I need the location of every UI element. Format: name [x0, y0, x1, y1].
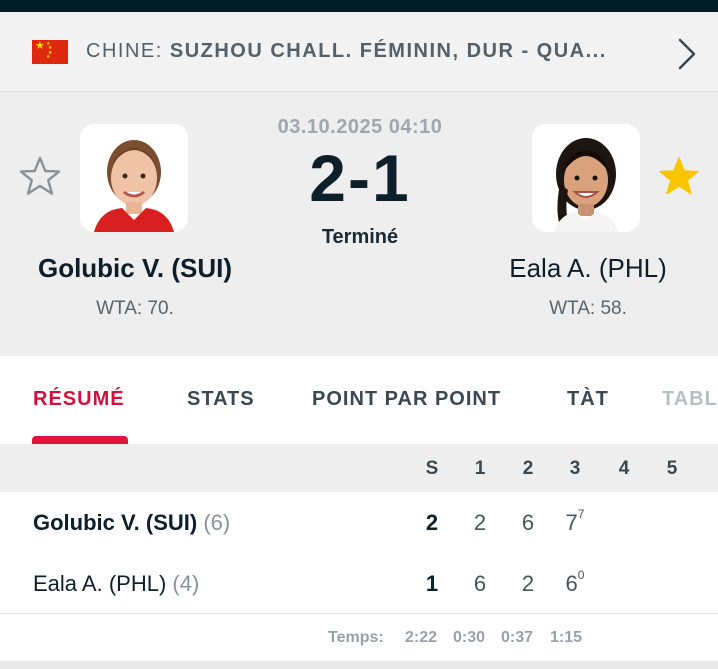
tab-tableau[interactable]: TABL	[662, 388, 718, 411]
tab-stats[interactable]: STATS	[187, 388, 255, 411]
sets-header-5: 5	[666, 458, 678, 479]
row-set-2: 6	[521, 510, 535, 535]
china-flag-icon: ★ ★ ★ ★ ★	[32, 40, 68, 64]
tab-bar: RÉSUMÉ STATS POINT PAR POINT TÀT TABL	[0, 356, 718, 444]
row-set-3-tiebreak: 0	[577, 567, 585, 582]
player-name-away[interactable]: Eala A. (PHL)	[438, 253, 718, 284]
player-avatar-home[interactable]	[80, 124, 188, 232]
tournament-title: CHINE: SUZHOU CHALL. FÉMININ, DUR - QUA.…	[86, 40, 607, 63]
row-set-3: 77	[560, 506, 590, 536]
match-duration-footer: Temps: 2:22 0:30 0:37 1:15	[0, 613, 718, 661]
table-row[interactable]: Golubic V. (SUI) (6) 2 2 6 77	[0, 492, 718, 552]
row-set-3: 60	[560, 567, 590, 597]
player-name-home[interactable]: Golubic V. (SUI)	[0, 253, 285, 284]
match-status: Terminé	[321, 226, 399, 248]
row-player-label: Golubic V. (SUI)	[33, 510, 198, 535]
sets-header-3: 3	[569, 458, 581, 479]
row-total-sets: 1	[425, 571, 439, 596]
row-player-seed: (4)	[172, 571, 200, 596]
player-rank-home: WTA: 70.	[96, 298, 174, 319]
tab-tat[interactable]: TÀT	[567, 388, 609, 411]
row-player-seed: (6)	[203, 510, 231, 535]
tournament-header[interactable]: ★ ★ ★ ★ ★ CHINE: SUZHOU CHALL. FÉMININ, …	[0, 12, 718, 92]
row-set-3-tiebreak: 7	[577, 506, 585, 521]
row-set-3-games: 7	[565, 510, 578, 535]
player-rank-away: WTA: 58.	[549, 298, 627, 319]
tournament-name: SUZHOU CHALL. FÉMININ, DUR - QUA...	[169, 40, 607, 62]
row-player-label: Eala A. (PHL)	[33, 571, 167, 596]
sets-header-2: 2	[522, 458, 534, 479]
bottom-divider	[0, 661, 718, 669]
time-total: 2:22	[405, 629, 438, 646]
row-total-sets: 2	[425, 510, 439, 535]
favorite-star-outline-icon[interactable]	[18, 155, 62, 197]
match-score: 2-1	[309, 141, 411, 215]
sets-table: Golubic V. (SUI) (6) 2 2 6 77 Eala A. (P…	[0, 492, 718, 613]
time-label: Temps:	[328, 629, 384, 646]
status-bar	[0, 0, 718, 12]
active-tab-indicator	[32, 436, 128, 444]
row-player-name: Golubic V. (SUI) (6)	[33, 510, 230, 536]
match-datetime: 03.10.2025 04:10	[277, 116, 443, 138]
sets-header-1: 1	[474, 458, 486, 479]
sets-header: S 1 2 3 4 5	[0, 444, 718, 492]
player-avatar-away[interactable]	[532, 124, 640, 232]
row-set-1: 6	[473, 571, 487, 596]
row-player-name: Eala A. (PHL) (4)	[33, 571, 199, 597]
chevron-right-icon[interactable]	[672, 36, 700, 72]
favorite-star-filled-icon[interactable]	[657, 155, 701, 197]
table-row[interactable]: Eala A. (PHL) (4) 1 6 2 60	[0, 553, 718, 613]
time-set-2: 0:37	[501, 629, 534, 646]
time-set-1: 0:30	[453, 629, 486, 646]
time-set-3: 1:15	[550, 629, 583, 646]
row-set-2: 2	[521, 571, 535, 596]
tab-resume[interactable]: RÉSUMÉ	[33, 388, 125, 411]
sets-header-4: 4	[618, 458, 630, 479]
sets-header-total: S	[425, 458, 439, 479]
row-set-1: 2	[473, 510, 487, 535]
country-label: CHINE:	[86, 40, 163, 62]
match-summary: 03.10.2025 04:10 2-1 Terminé Golubic V. …	[0, 93, 718, 355]
row-set-3-games: 6	[565, 571, 578, 596]
tab-point-par-point[interactable]: POINT PAR POINT	[312, 388, 501, 411]
